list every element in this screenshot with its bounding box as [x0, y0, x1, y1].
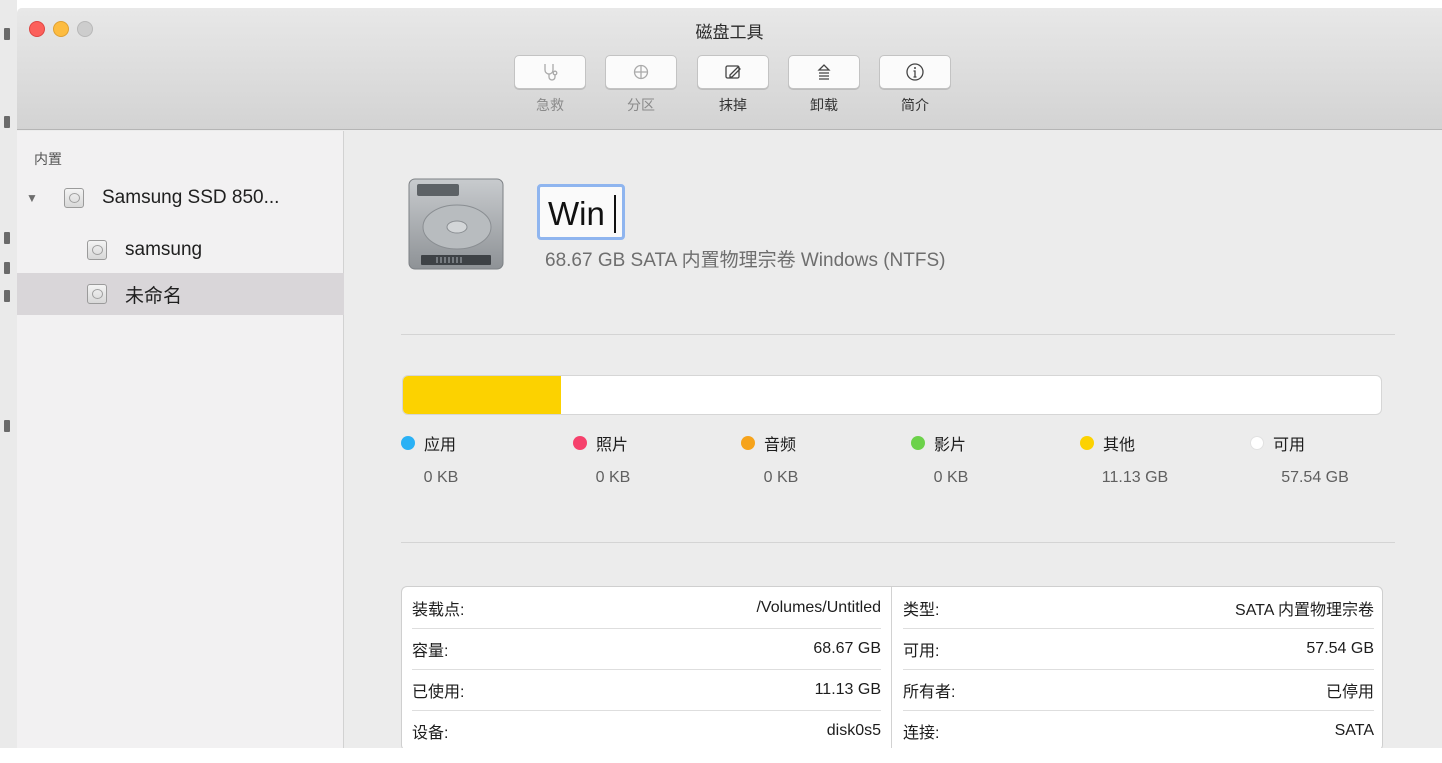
- volume-icon: [87, 240, 107, 260]
- info-value: SATA: [1334, 722, 1374, 739]
- legend-value: 0 KB: [763, 469, 799, 486]
- info-row-type: 类型: SATA 内置物理宗卷: [903, 587, 1374, 629]
- legend-label: 应用: [424, 437, 457, 454]
- legend-dot: [1080, 436, 1094, 450]
- legend-label: 影片: [934, 437, 967, 454]
- eject-icon: [817, 64, 831, 80]
- legend-value: 0 KB: [423, 469, 459, 486]
- legend-dot: [1250, 436, 1264, 450]
- window-title: 磁盘工具: [695, 23, 764, 42]
- divider: [401, 334, 1395, 335]
- legend-label: 其他: [1103, 437, 1136, 454]
- info-key: 设备:: [412, 725, 449, 742]
- desktop-text-fragment: [4, 116, 10, 128]
- hard-drive-icon: [408, 178, 504, 270]
- legend-label: 可用: [1273, 437, 1306, 454]
- sidebar-item-untitled[interactable]: 未命名: [17, 273, 344, 315]
- info-row-available: 可用: 57.54 GB: [903, 628, 1374, 670]
- info-value: 57.54 GB: [1306, 639, 1374, 657]
- disk-utility-window: 磁盘工具 急救 分区 抹掉 卸载 简介 内置 ▼ Samsung SSD 850…: [17, 8, 1442, 748]
- info-row-used: 已使用: 11.13 GB: [412, 669, 881, 711]
- info-button[interactable]: 简介: [879, 55, 951, 115]
- legend-dot: [573, 436, 587, 450]
- first-aid-button[interactable]: 急救: [514, 55, 586, 115]
- legend-photos: 照片 0 KB: [573, 431, 733, 487]
- info-value: SATA 内置物理宗卷: [1235, 601, 1374, 619]
- info-value: /Volumes/Untitled: [756, 598, 881, 616]
- partition-label: 分区: [627, 97, 655, 113]
- legend-label: 音频: [764, 437, 797, 454]
- info-key: 所有者:: [903, 683, 956, 701]
- sidebar-item-label: Samsung SSD 850...: [102, 187, 280, 208]
- legend-label: 照片: [596, 437, 629, 454]
- info-key: 类型:: [903, 601, 940, 619]
- erase-icon: [725, 65, 741, 79]
- desktop-bottom-strip: [0, 748, 1442, 763]
- info-key: 可用:: [903, 642, 940, 660]
- desktop-background-strip: [0, 0, 17, 763]
- desktop-text-fragment: [4, 420, 10, 432]
- info-key: 容量:: [412, 642, 449, 660]
- text-cursor: [614, 195, 616, 233]
- legend-audio: 音频 0 KB: [741, 431, 901, 487]
- stethoscope-icon: [544, 64, 558, 81]
- volume-icon: [87, 284, 107, 304]
- info-row-connection: 连接: SATA: [903, 710, 1374, 748]
- divider: [401, 542, 1395, 543]
- disclosure-triangle-icon[interactable]: ▼: [26, 191, 38, 205]
- sidebar-item-label: 未命名: [125, 285, 183, 307]
- info-value: disk0s5: [826, 722, 881, 739]
- desktop-text-fragment: [4, 28, 10, 40]
- volume-name-field[interactable]: Win: [537, 184, 625, 240]
- sidebar-item-samsung[interactable]: samsung: [17, 229, 344, 271]
- legend-other: 其他 11.13 GB: [1080, 431, 1240, 487]
- info-column-left: 装载点: /Volumes/Untitled 容量: 68.67 GB 已使用:…: [402, 587, 892, 748]
- info-row-owners: 所有者: 已停用: [903, 669, 1374, 711]
- main-content: Win 68.67 GB SATA 内置物理宗卷 Windows (NTFS) …: [345, 131, 1442, 748]
- legend-value: 11.13 GB: [1101, 469, 1169, 486]
- info-key: 连接:: [903, 725, 940, 742]
- info-label: 简介: [901, 97, 929, 113]
- desktop-text-fragment: [4, 290, 10, 302]
- usage-bar: [402, 375, 1382, 415]
- info-table: 装载点: /Volumes/Untitled 容量: 68.67 GB 已使用:…: [401, 586, 1383, 748]
- partition-icon: [633, 64, 649, 80]
- sidebar-section-internal: 内置: [34, 151, 62, 167]
- info-key: 已使用:: [412, 683, 465, 701]
- info-key: 装载点:: [412, 601, 465, 619]
- desktop-text-fragment: [4, 262, 10, 274]
- erase-label: 抹掉: [719, 97, 747, 113]
- sidebar: 内置 ▼ Samsung SSD 850... samsung 未命名: [17, 131, 344, 748]
- sidebar-item-label: samsung: [125, 239, 203, 260]
- volume-description: 68.67 GB SATA 内置物理宗卷 Windows (NTFS): [545, 250, 946, 271]
- info-row-mount-point: 装载点: /Volumes/Untitled: [412, 587, 881, 629]
- erase-button[interactable]: 抹掉: [697, 55, 769, 115]
- sidebar-item-samsung-ssd[interactable]: ▼ Samsung SSD 850...: [17, 177, 344, 219]
- first-aid-label: 急救: [536, 97, 564, 113]
- legend-value: 0 KB: [933, 469, 969, 486]
- info-value: 已停用: [1325, 683, 1374, 701]
- legend-available: 可用 57.54 GB: [1250, 431, 1410, 487]
- unmount-label: 卸载: [810, 97, 838, 113]
- info-row-device: 设备: disk0s5: [412, 710, 881, 748]
- info-row-capacity: 容量: 68.67 GB: [412, 628, 881, 670]
- drive-icon: [64, 188, 84, 208]
- legend-dot: [401, 436, 415, 450]
- legend-value: 57.54 GB: [1281, 469, 1349, 486]
- info-column-right: 类型: SATA 内置物理宗卷 可用: 57.54 GB 所有者: 已停用 连接…: [893, 587, 1382, 748]
- toolbar: 磁盘工具 急救 分区 抹掉 卸载 简介: [17, 8, 1442, 130]
- usage-bar-other-segment: [403, 376, 562, 414]
- info-value: 68.67 GB: [813, 639, 881, 657]
- legend-dot: [741, 436, 755, 450]
- legend-movies: 影片 0 KB: [911, 431, 1071, 487]
- info-icon: [906, 63, 924, 81]
- info-value: 11.13 GB: [814, 680, 881, 698]
- unmount-button[interactable]: 卸载: [788, 55, 860, 115]
- legend-value: 0 KB: [595, 469, 631, 486]
- desktop-text-fragment: [4, 232, 10, 244]
- volume-name-text: Win: [548, 195, 605, 232]
- legend-apps: 应用 0 KB: [401, 431, 561, 487]
- partition-button[interactable]: 分区: [605, 55, 677, 115]
- legend-dot: [911, 436, 925, 450]
